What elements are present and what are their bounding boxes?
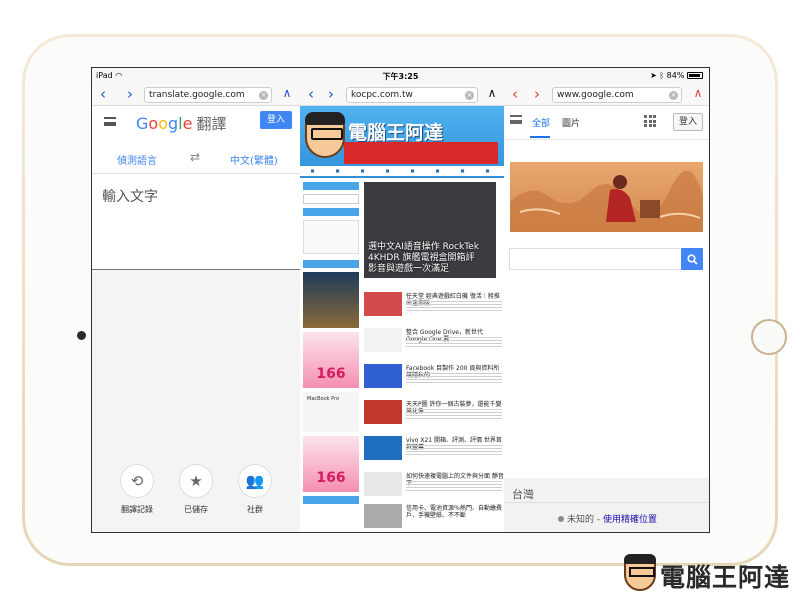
watermark-mascot-icon <box>624 554 656 591</box>
pane-kocpc: ‹ › kocpc.com.tw × ∧ 電腦王阿達 ■ ■ ■ ■ ■ ■ ■ ■ 166 … <box>300 84 504 532</box>
watermark-text: 電腦王阿達 <box>660 563 791 592</box>
sidebar-heading <box>303 496 359 504</box>
back-icon[interactable]: ‹ <box>512 86 518 102</box>
menu-item[interactable]: ■ <box>450 166 475 176</box>
google-translate-logo: Google 翻譯 <box>136 114 227 133</box>
signin-button[interactable]: 登入 <box>673 113 703 131</box>
people-icon: 👥 <box>238 464 272 498</box>
chevron-up-icon[interactable]: ∧ <box>484 86 500 102</box>
bluetooth-icon: ᛒ <box>659 71 665 80</box>
location-dot-icon <box>557 516 564 522</box>
sale-ad[interactable]: 166 <box>303 332 359 388</box>
urlbar-translate: ‹ › translate.google.com × ∧ <box>92 84 300 106</box>
article-item[interactable]: vivo X21 開箱、評測、評價 世界首款螢幕 <box>364 434 504 464</box>
menu-item[interactable]: ■ <box>425 166 450 176</box>
menu-item[interactable]: ■ <box>475 166 500 176</box>
site-title: 電腦王阿達 <box>348 122 444 144</box>
ipad-screen: iPad ◠ 下午3:25 ➤ ᛒ 84% ‹ › translate.goog… <box>91 67 710 533</box>
kocpc-sidebar: 166 MacBook Pro 166 <box>300 178 362 532</box>
google-footer: 台灣 未知的 - 使用精確位置 <box>504 478 709 532</box>
kocpc-main: 選中文AI語音操作 RockTek 4KHDR 旗艦電視盒開箱評 影音與遊戲一次… <box>362 178 504 532</box>
target-language[interactable]: 中文(繁體) <box>230 152 278 167</box>
location-icon: ➤ <box>650 71 657 80</box>
menu-icon[interactable] <box>104 117 116 126</box>
urlbar-google: ‹ › www.google.com × ∧ <box>504 84 709 106</box>
urlbar-kocpc: ‹ › kocpc.com.tw × ∧ <box>300 84 504 106</box>
tab-all-underline <box>530 136 550 138</box>
forward-icon[interactable]: › <box>534 86 540 102</box>
tab-all[interactable]: 全部 <box>532 116 550 129</box>
country-label: 台灣 <box>512 488 534 501</box>
menu-item[interactable]: ■ <box>300 166 325 176</box>
tab-images[interactable]: 圖片 <box>562 116 580 129</box>
menu-item[interactable]: ■ <box>400 166 425 176</box>
status-bar: iPad ◠ 下午3:25 ➤ ᛒ 84% <box>92 68 709 84</box>
sidebar-ad[interactable] <box>303 220 359 254</box>
battery-percent: 84% <box>666 71 685 80</box>
menu-icon[interactable] <box>510 115 522 124</box>
translate-input[interactable]: 輸入文字 <box>92 174 300 270</box>
menu-item[interactable]: ■ <box>325 166 350 176</box>
forward-icon[interactable]: › <box>127 86 133 102</box>
clear-url-icon[interactable]: × <box>259 91 268 100</box>
menu-item[interactable]: ■ <box>350 166 375 176</box>
history-button[interactable]: ⟲ 翻譯記錄 <box>112 464 162 515</box>
location-row: 未知的 - 使用精確位置 <box>504 512 709 525</box>
back-icon[interactable]: ‹ <box>308 86 314 102</box>
watermark: 電腦王阿達 <box>620 554 796 595</box>
history-icon: ⟲ <box>120 464 154 498</box>
sale-ad[interactable]: 166 <box>303 436 359 492</box>
input-placeholder: 輸入文字 <box>102 189 158 205</box>
google-search-input[interactable] <box>509 248 703 270</box>
sidebar-ad-image[interactable] <box>303 272 359 328</box>
article-item[interactable]: 如何快速複電腦上的文件與分面 靜音 下 <box>364 470 504 500</box>
url-input-translate[interactable]: translate.google.com × <box>144 87 272 103</box>
swap-languages-icon[interactable]: ⇄ <box>190 150 200 164</box>
home-button[interactable] <box>751 319 787 355</box>
macbook-ad[interactable]: MacBook Pro <box>303 392 359 432</box>
clear-url-icon[interactable]: × <box>465 91 474 100</box>
article-item[interactable]: Facebook 目製作 200 頁與資料所護隱私的 <box>364 362 504 392</box>
chevron-up-icon[interactable]: ∧ <box>690 86 706 102</box>
article-item[interactable]: 信用卡、電池資源％熱門、自動繳費 戶、手機壁紙、不不斷 <box>364 502 504 532</box>
kocpc-mascot-logo <box>305 112 345 158</box>
community-button[interactable]: 👥 社群 <box>230 464 280 515</box>
search-button[interactable] <box>681 248 703 270</box>
google-doodle[interactable] <box>510 162 703 232</box>
star-icon: ★ <box>179 464 213 498</box>
url-input-google[interactable]: www.google.com × <box>552 87 682 103</box>
precise-location-link[interactable]: 使用精確位置 <box>603 515 657 525</box>
front-camera <box>77 331 86 340</box>
chevron-up-icon[interactable]: ∧ <box>279 86 295 102</box>
kocpc-menu: ■ ■ ■ ■ ■ ■ ■ ■ <box>300 166 504 176</box>
saved-button[interactable]: ★ 已儲存 <box>171 464 221 515</box>
header-ad-banner[interactable] <box>344 142 498 164</box>
url-input-kocpc[interactable]: kocpc.com.tw × <box>346 87 478 103</box>
status-time: 下午3:25 <box>382 72 419 81</box>
doodle-illustration <box>510 170 703 232</box>
hero-article[interactable]: 選中文AI語音操作 RockTek 4KHDR 旗艦電視盒開箱評 影音與遊戲一次… <box>364 182 496 278</box>
language-selector: 偵測語言 ⇄ 中文(繁體) <box>92 142 300 174</box>
forward-icon[interactable]: › <box>328 86 334 102</box>
article-item[interactable]: 整合 Google Drive，新世代 Google One 要 <box>364 326 504 356</box>
article-item[interactable]: 天天P圖 許你一個古裝夢，還能千變萬化像 <box>364 398 504 428</box>
sidebar-search-input[interactable] <box>303 194 359 204</box>
apps-grid-icon[interactable] <box>644 115 656 127</box>
source-language[interactable]: 偵測語言 <box>117 152 157 167</box>
article-item[interactable]: 任天堂 經典遊戲紅白機 復活｜將推出迷你版 <box>364 290 504 320</box>
sidebar-heading <box>303 208 359 216</box>
sidebar-heading <box>303 260 359 268</box>
back-icon[interactable]: ‹ <box>100 86 106 102</box>
sidebar-heading <box>303 182 359 190</box>
pane-google: ‹ › www.google.com × ∧ 全部 圖片 登入 台灣 未知的 -… <box>504 84 709 532</box>
battery-icon <box>687 72 703 79</box>
search-icon <box>686 253 698 265</box>
pane-translate: ‹ › translate.google.com × ∧ Google 翻譯 登入… <box>92 84 300 532</box>
menu-item[interactable]: ■ <box>375 166 400 176</box>
clear-url-icon[interactable]: × <box>669 91 678 100</box>
google-header: 全部 圖片 登入 <box>504 106 709 140</box>
signin-button[interactable]: 登入 <box>260 111 292 129</box>
kocpc-header: 電腦王阿達 ■ ■ ■ ■ ■ ■ ■ ■ <box>300 106 504 178</box>
status-right: ➤ ᛒ 84% <box>650 71 703 80</box>
